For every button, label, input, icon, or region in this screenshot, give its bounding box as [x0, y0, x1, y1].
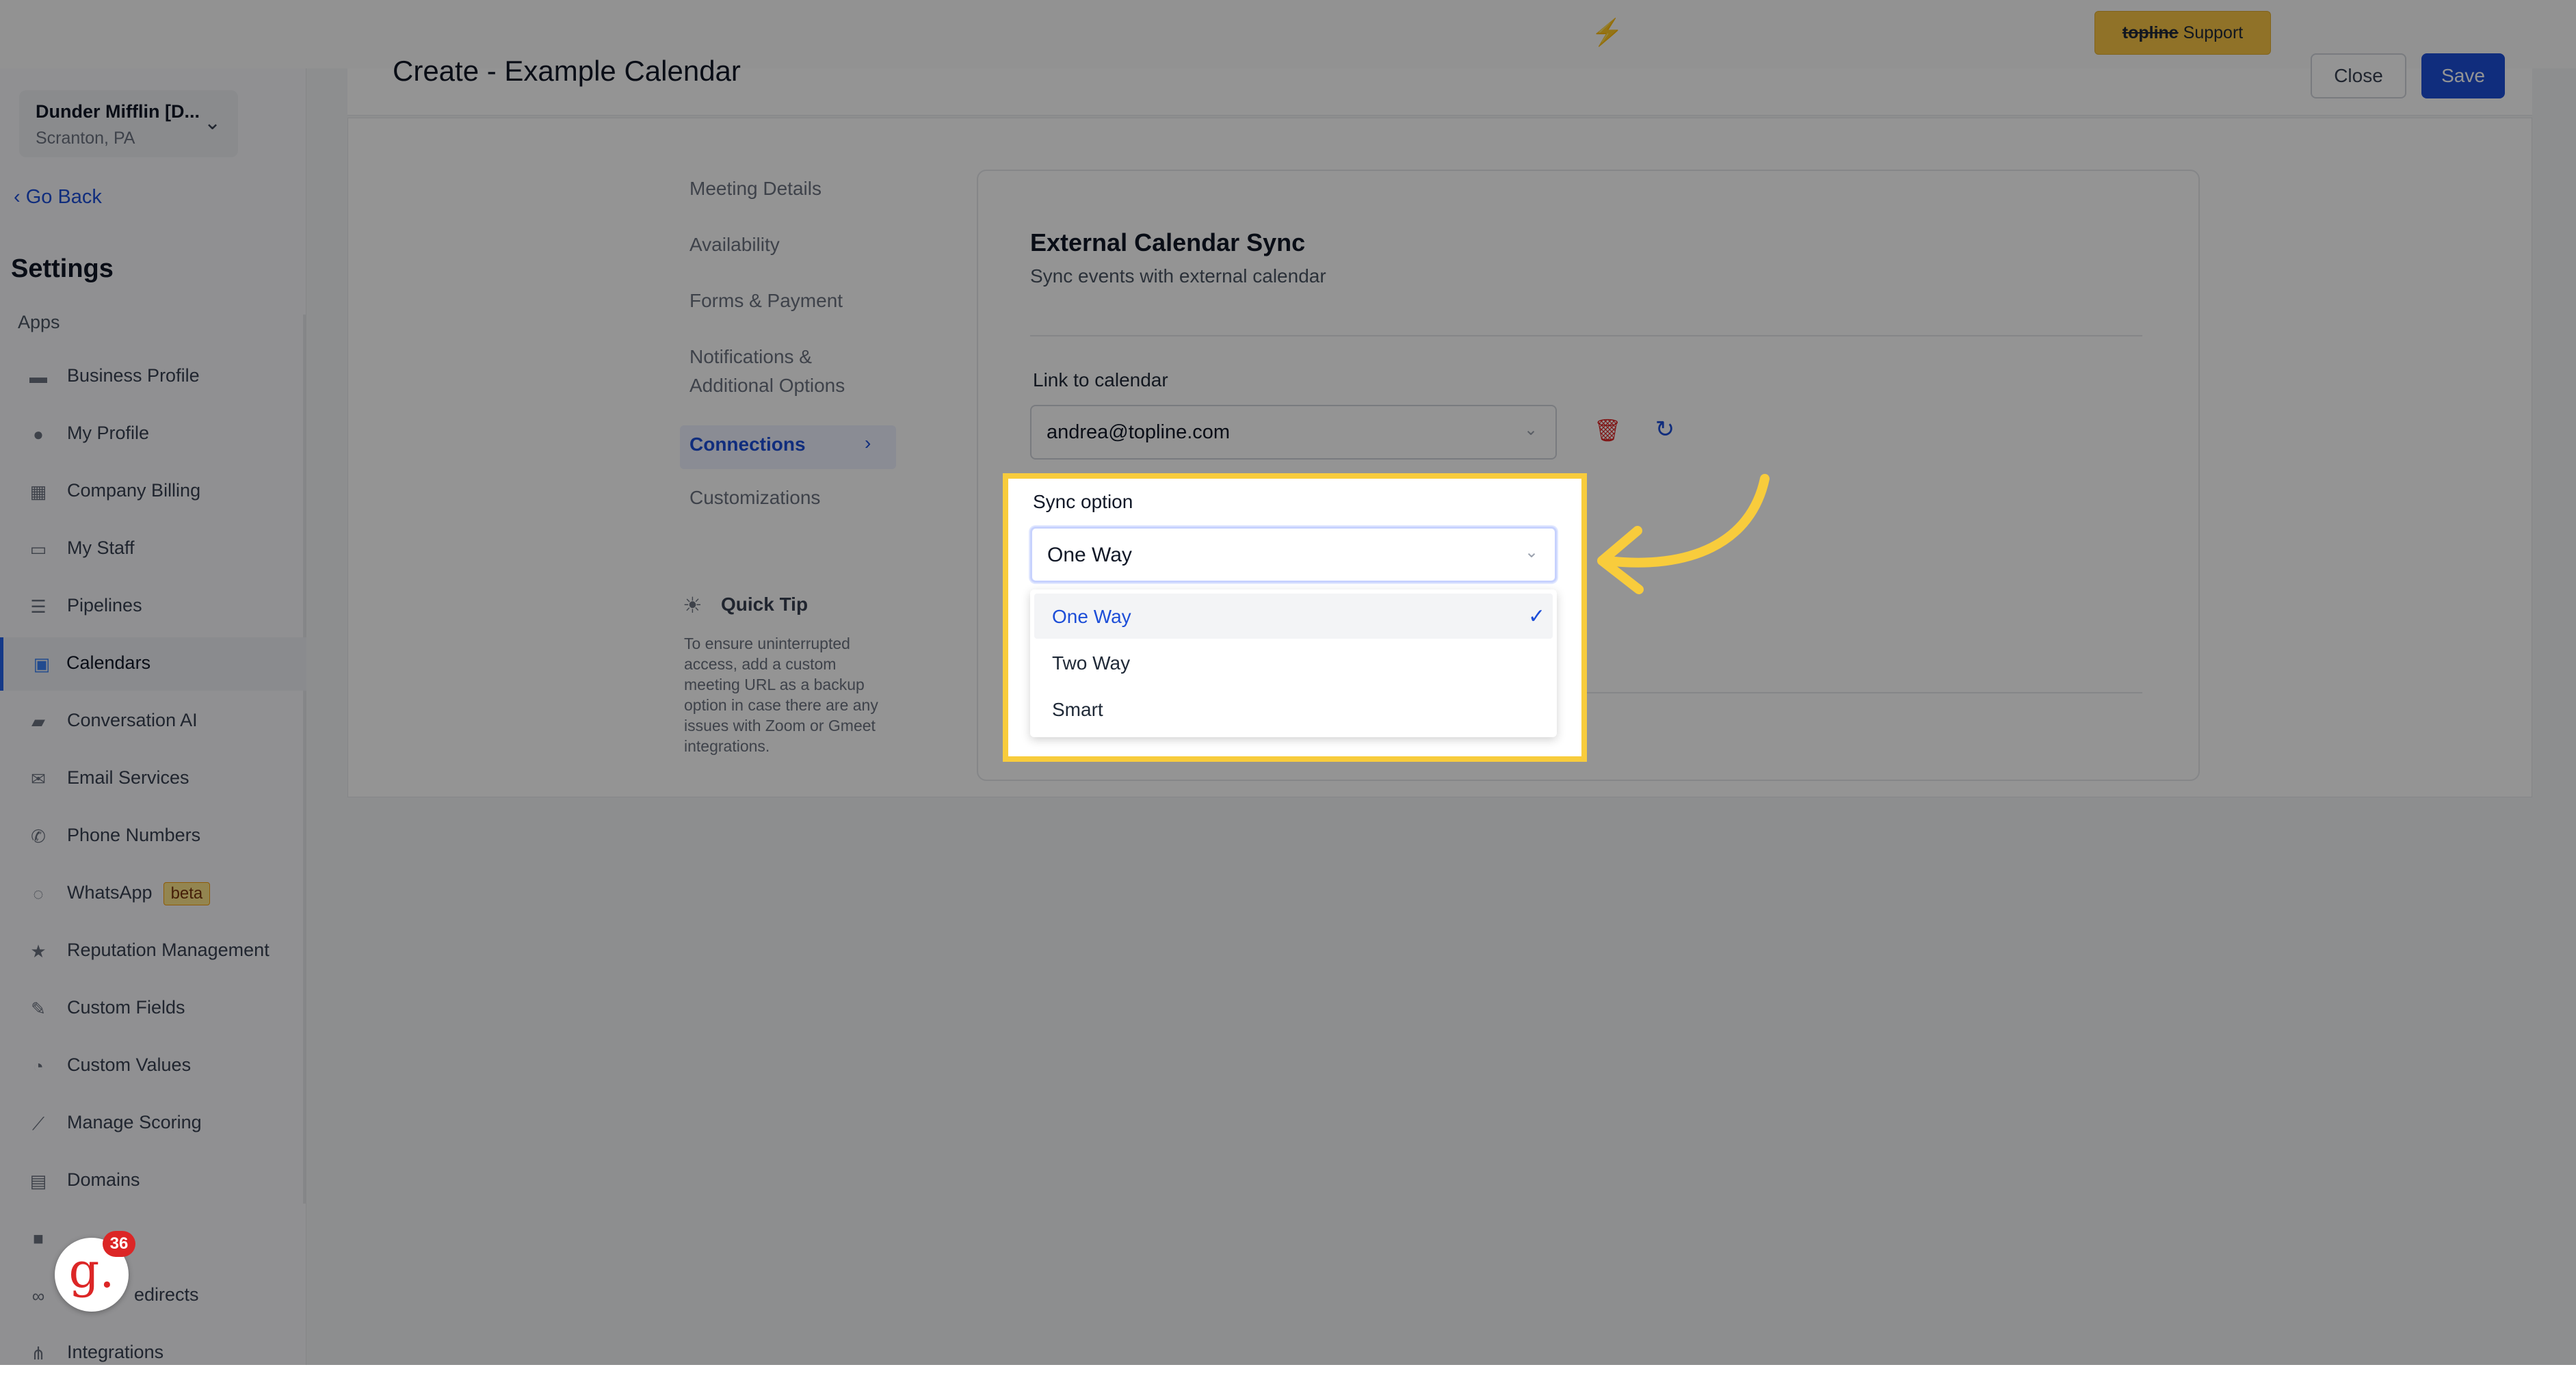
option-smart[interactable]: Smart: [1034, 687, 1553, 732]
option-label: Two Way: [1052, 652, 1131, 674]
sync-option-label: Sync option: [1033, 491, 1133, 512]
sync-option-dropdown: One Way ✓ Two Way Smart: [1030, 589, 1557, 737]
option-two-way[interactable]: Two Way: [1034, 640, 1553, 685]
option-one-way[interactable]: One Way ✓: [1034, 594, 1553, 639]
callout-arrow-icon: [1597, 474, 1770, 594]
chevron-down-icon: ⌄: [1525, 543, 1539, 561]
notification-count-badge: 36: [103, 1231, 135, 1257]
sync-option-value: One Way: [1047, 544, 1132, 566]
option-label: One Way: [1052, 606, 1131, 627]
option-label: Smart: [1052, 699, 1103, 720]
check-icon: ✓: [1528, 605, 1546, 628]
sync-option-select[interactable]: One Way ⌄: [1030, 527, 1557, 583]
